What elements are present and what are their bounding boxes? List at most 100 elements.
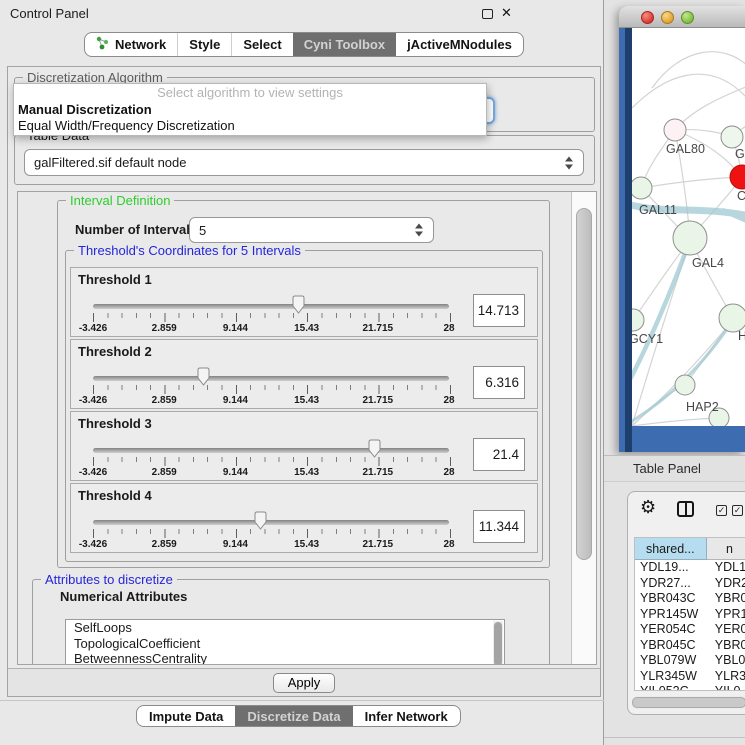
settings-scrollbar[interactable] — [571, 192, 597, 664]
tab-infer-network[interactable]: Infer Network — [353, 706, 460, 726]
columns-icon[interactable] — [677, 501, 694, 517]
tab-select[interactable]: Select — [231, 33, 292, 56]
table-data-combobox[interactable]: galFiltered.sif default node — [24, 149, 584, 176]
node-red[interactable] — [730, 165, 745, 189]
node-g[interactable] — [721, 126, 743, 148]
interval-definition-title: Interval Definition — [66, 193, 174, 208]
dropdown-option-manual[interactable]: Manual Discretization — [14, 102, 486, 118]
node-gcy1[interactable] — [632, 309, 644, 331]
attributes-group: Attributes to discretize Numerical Attri… — [32, 579, 550, 665]
checkbox-icon[interactable]: ✓ — [716, 505, 727, 516]
network-canvas[interactable]: GAL80 G C GAL11 GAL4 GCY1 H HAP2 — [632, 28, 745, 426]
tab-impute-data-label: Impute Data — [149, 709, 223, 724]
slider-thumb[interactable] — [253, 511, 268, 530]
node-gal4[interactable] — [673, 221, 707, 255]
stepper-icon[interactable] — [565, 156, 574, 169]
slider-thumb[interactable] — [367, 439, 382, 458]
numerical-attributes-list: SelfLoops TopologicalCoefficient Between… — [65, 619, 505, 665]
mac-zoom-button[interactable] — [681, 11, 694, 24]
close-icon[interactable]: ✕ — [501, 5, 512, 21]
column-header-shared-name[interactable]: shared... — [635, 538, 707, 560]
gear-icon[interactable]: ⚙ — [640, 497, 656, 518]
table-hscrollbar-thumb[interactable] — [632, 697, 745, 708]
node-label-gal4: GAL4 — [692, 256, 724, 270]
mac-titlebar[interactable] — [619, 6, 745, 28]
threshold-4-value-input[interactable]: 11.344 — [473, 510, 525, 543]
node-label-gal80: GAL80 — [666, 142, 705, 156]
table-panel-header: Table Panel — [604, 455, 745, 482]
settings-scrollbar-thumb[interactable] — [576, 208, 592, 560]
threshold-2-panel: Threshold 2 -3.4262.8599.14415.4321.7152… — [70, 339, 538, 409]
right-section: GAL80 G C GAL11 GAL4 GCY1 H HAP2 — [604, 0, 745, 745]
slider-track[interactable] — [93, 376, 449, 381]
apply-strip: Apply — [8, 668, 600, 696]
table-row[interactable]: YDL19...YDL1 — [635, 560, 745, 576]
checkbox-icon[interactable]: ✓ — [732, 505, 743, 516]
threshold-3-value-input[interactable]: 21.4 — [473, 438, 525, 471]
tab-style-label: Style — [189, 37, 220, 52]
number-of-intervals-spinner[interactable]: 5 — [189, 217, 434, 243]
node-hap2[interactable] — [675, 375, 695, 395]
node-gal80[interactable] — [664, 119, 686, 141]
threshold-coordinates-group: Threshold's Coordinates for 5 Intervals … — [65, 250, 543, 562]
list-item[interactable]: SelfLoops — [66, 620, 504, 636]
slider-track[interactable] — [93, 448, 449, 453]
table-row[interactable]: YDR27...YDR2 — [635, 576, 745, 592]
tab-infer-network-label: Infer Network — [365, 709, 448, 724]
panel-title: Control Panel — [10, 6, 89, 21]
node-label-c: C — [737, 189, 745, 203]
number-of-intervals-label: Number of Intervals — [75, 222, 197, 237]
cyni-mode-tabs: Impute Data Discretize Data Infer Networ… — [136, 705, 461, 727]
tab-impute-data[interactable]: Impute Data — [137, 706, 235, 726]
table-panel: ⚙ ✓ ✓ shared... n YDL19...YDL1 YDR27...Y… — [627, 491, 745, 715]
node-label-hap2: HAP2 — [686, 400, 719, 414]
table-data-group: Table Data galFiltered.sif default node — [14, 135, 595, 185]
network-nodes[interactable] — [632, 119, 745, 426]
apply-button[interactable]: Apply — [273, 673, 336, 693]
screenshot-root: Control Panel ✕ Network Style Select — [0, 0, 745, 745]
tab-jactivemnodules[interactable]: jActiveMNodules — [396, 33, 523, 56]
table-row[interactable]: YPR145WYPR1 — [635, 607, 745, 623]
float-window-icon[interactable] — [482, 9, 493, 19]
section-divider — [604, 737, 745, 738]
list-item[interactable]: BetweennessCentrality — [66, 651, 504, 665]
number-of-intervals-value: 5 — [199, 223, 206, 238]
mac-minimize-button[interactable] — [661, 11, 674, 24]
node-label-gal11: GAL11 — [639, 203, 677, 217]
mac-close-button[interactable] — [641, 11, 654, 24]
threshold-1-value-input[interactable]: 14.713 — [473, 294, 525, 327]
node-label-gcy1: GCY1 — [632, 332, 663, 346]
threshold-coordinates-title: Threshold's Coordinates for 5 Intervals — [74, 243, 305, 258]
tab-cyni-toolbox[interactable]: Cyni Toolbox — [293, 33, 396, 56]
column-header-name[interactable]: n — [707, 538, 745, 560]
list-scrollbar[interactable] — [493, 621, 503, 665]
list-item[interactable]: TopologicalCoefficient — [66, 636, 504, 652]
table-row[interactable]: YBR043CYBR0 — [635, 591, 745, 607]
slider-track[interactable] — [93, 520, 449, 525]
threshold-4-label: Threshold 4 — [78, 488, 152, 503]
node-gal11[interactable] — [632, 177, 652, 199]
stepper-icon[interactable] — [415, 224, 424, 237]
node-h[interactable] — [719, 304, 745, 332]
table-row[interactable]: YBL079WYBL0 — [635, 653, 745, 669]
table-row[interactable]: YLR345WYLR3 — [635, 669, 745, 685]
tab-discretize-data[interactable]: Discretize Data — [235, 706, 352, 726]
list-scrollbar-thumb[interactable] — [494, 622, 502, 665]
algorithm-dropdown-popup: Select algorithm to view settings Manual… — [13, 83, 487, 136]
table-header-row: shared... n — [635, 538, 745, 560]
slider-track[interactable] — [93, 304, 449, 309]
slider-thumb[interactable] — [196, 367, 211, 386]
cyni-toolbox-panel: Discretization Algorithm Select algorith… — [7, 66, 601, 697]
tab-network[interactable]: Network — [85, 33, 177, 56]
table-row[interactable]: YIL052CYIL0 — [635, 684, 745, 691]
slider-thumb[interactable] — [291, 295, 306, 314]
tab-style[interactable]: Style — [177, 33, 231, 56]
table-row[interactable]: YBR045CYBR0 — [635, 638, 745, 654]
table-hscrollbar[interactable] — [632, 696, 745, 709]
threshold-3-label: Threshold 3 — [78, 416, 152, 431]
dropdown-option-equal-width[interactable]: Equal Width/Frequency Discretization — [14, 118, 486, 134]
threshold-2-label: Threshold 2 — [78, 344, 152, 359]
table-row[interactable]: YER054CYER0 — [635, 622, 745, 638]
node-table: shared... n YDL19...YDL1 YDR27...YDR2 YB… — [634, 537, 745, 691]
threshold-2-value-input[interactable]: 6.316 — [473, 366, 525, 399]
